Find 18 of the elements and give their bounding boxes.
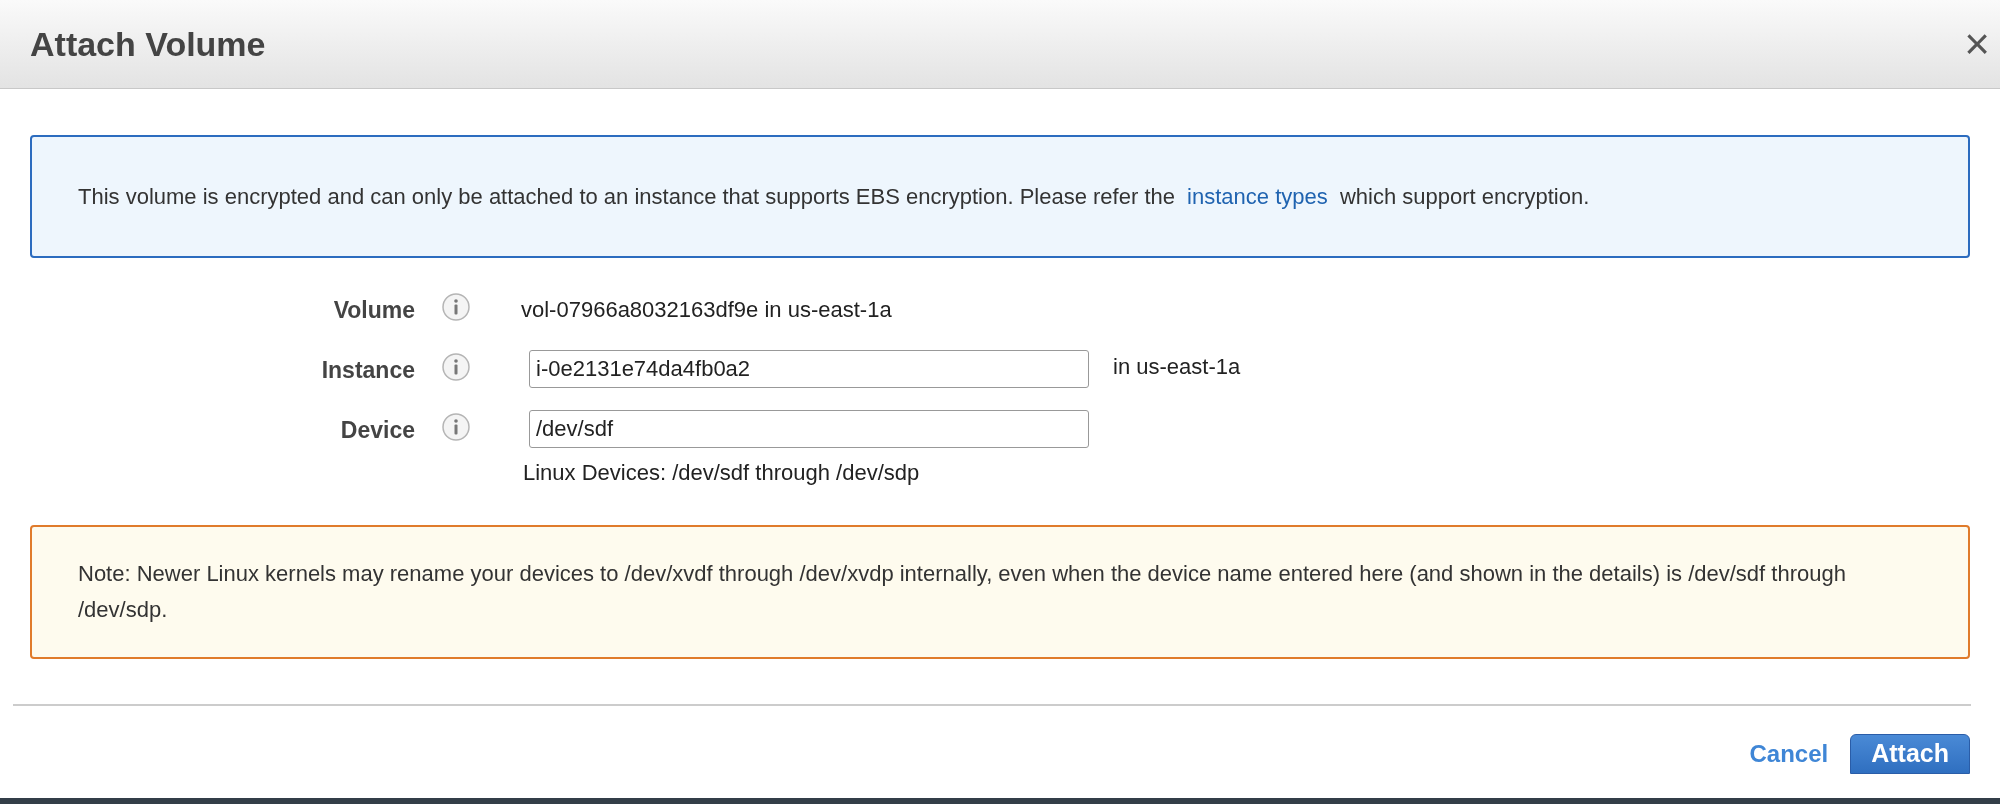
info-icon[interactable] <box>441 351 471 382</box>
device-hint: Linux Devices: /dev/sdf through /dev/sdp <box>523 458 921 487</box>
note-text: Note: Newer Linux kernels may rename your devices to /dev/xvdf through /dev/xvdp internally, even when the device name entered here (and shown in the details) is /dev/sdf through /dev/sdp. <box>78 559 1847 624</box>
instance-types-link[interactable]: instance types <box>1187 184 1328 209</box>
volume-value: vol-07966a8032163df9e in us-east-1a <box>521 296 892 324</box>
info-icon[interactable] <box>441 411 471 442</box>
info-icon[interactable] <box>441 292 471 322</box>
text-input[interactable]: i-0e2131e74da4fb0a2 <box>529 349 1089 388</box>
field-label: Device <box>339 415 415 445</box>
cancel-link[interactable]: Cancel <box>1749 735 1829 772</box>
dialog-title: Attach Volume <box>30 23 266 65</box>
text-input[interactable]: /dev/sdf <box>529 409 1089 448</box>
info-message: This volume is encrypted and can only be attached to an instance that supports EBS encryption. Please refer the instance types which support encryption. <box>78 183 1590 211</box>
field-label: Volume <box>332 296 415 325</box>
zone-text: in us-east-1a <box>1113 352 1241 381</box>
attach-button[interactable]: Attach <box>1850 733 1970 774</box>
field-label: Instance <box>320 355 415 385</box>
close-button[interactable]: × <box>1964 22 1990 66</box>
